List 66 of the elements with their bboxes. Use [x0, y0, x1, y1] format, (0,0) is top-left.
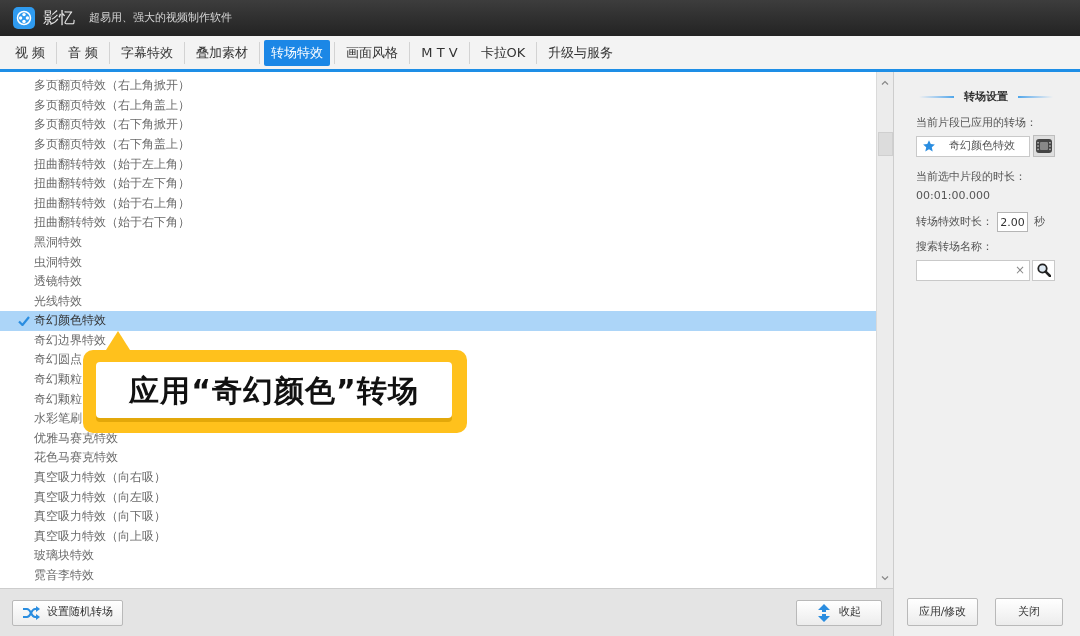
- panel-title: 转场设置: [964, 89, 1008, 105]
- tab[interactable]: 音 频: [61, 39, 106, 66]
- clip-duration-value: 00:01:00.000: [916, 187, 991, 204]
- effect-duration-label: 转场特效时长：: [916, 213, 993, 230]
- transition-item[interactable]: 扭曲翻转特效（始于右上角）: [0, 193, 190, 214]
- clear-search-button[interactable]: ×: [1010, 261, 1029, 279]
- transition-item[interactable]: 多页翻页特效（右上角盖上）: [0, 95, 190, 116]
- search-icon: [1036, 263, 1051, 277]
- transition-item[interactable]: 扭曲翻转特效（始于左下角）: [0, 173, 190, 194]
- transition-item[interactable]: 黑洞特效: [0, 232, 82, 253]
- tab[interactable]: 画面风格: [339, 39, 406, 66]
- transition-item[interactable]: 奇幻颗粒: [0, 369, 82, 390]
- random-transition-button[interactable]: 设置随机转场: [12, 599, 123, 626]
- collapse-button[interactable]: 收起: [796, 599, 882, 626]
- chevron-up-icon: [881, 79, 889, 85]
- effect-duration-unit: 秒: [1034, 213, 1045, 230]
- transition-item[interactable]: 奇幻圆点: [0, 350, 82, 370]
- checkmark-icon: [18, 315, 30, 326]
- tab[interactable]: M T V: [414, 39, 465, 66]
- tab[interactable]: 字幕特效: [114, 39, 181, 66]
- transition-item[interactable]: 奇幻颗粒: [0, 389, 82, 410]
- double-arrow-icon: [817, 603, 830, 622]
- transition-item[interactable]: 奇幻颜色特效: [0, 311, 876, 331]
- tab[interactable]: 转场特效: [264, 39, 331, 66]
- close-button[interactable]: 关闭: [995, 598, 1063, 626]
- clip-duration-label: 当前选中片段的时长：: [916, 169, 1027, 185]
- effect-duration-input[interactable]: 2.00: [997, 212, 1028, 232]
- scrollbar[interactable]: [876, 72, 893, 588]
- transition-item[interactable]: 真空吸力特效（向左吸）: [0, 487, 166, 508]
- tab[interactable]: 卡拉OK: [473, 39, 533, 66]
- transition-item[interactable]: 真空吸力特效（向右吸）: [0, 467, 166, 488]
- transition-item[interactable]: 虫洞特效: [0, 252, 82, 272]
- transition-item[interactable]: 奇幻边界特效: [0, 330, 106, 351]
- transition-item[interactable]: 优雅马赛克特效: [0, 428, 118, 449]
- applied-transition-value: 奇幻颜色特效: [949, 137, 1015, 154]
- app-tagline: 超易用、强大的视频制作软件: [89, 9, 232, 26]
- app-name: 影忆: [43, 7, 75, 29]
- search-field[interactable]: ×: [916, 259, 1030, 281]
- star-icon: [923, 140, 935, 152]
- scroll-thumb[interactable]: [877, 132, 893, 156]
- callout-text: 应用“奇幻颜色”转场: [129, 371, 419, 410]
- transition-item[interactable]: 水彩笔刷: [0, 409, 82, 429]
- transition-item[interactable]: 多页翻页特效（右下角盖上）: [0, 134, 190, 155]
- transition-item[interactable]: 真空吸力特效（向下吸）: [0, 507, 166, 527]
- transition-item[interactable]: 真空吸力特效（向上吸）: [0, 526, 166, 547]
- app-logo-icon: [13, 7, 35, 29]
- transition-item[interactable]: 霓音李特效: [0, 565, 94, 586]
- tab[interactable]: 视 频: [8, 39, 53, 66]
- applied-transition-label: 当前片段已应用的转场：: [916, 114, 1038, 131]
- tab[interactable]: 升级与服务: [541, 39, 621, 66]
- transition-item[interactable]: 多页翻页特效（右下角掀开）: [0, 115, 190, 135]
- film-icon: [1036, 139, 1052, 153]
- search-label: 搜索转场名称：: [916, 239, 994, 255]
- transition-item[interactable]: 扭曲翻转特效（始于左上角）: [0, 154, 190, 174]
- transition-item[interactable]: 玻璃块特效: [0, 546, 94, 566]
- transition-item[interactable]: 多页翻页特效（右上角掀开）: [0, 76, 190, 96]
- transition-item[interactable]: 透镜特效: [0, 271, 82, 292]
- chevron-down-icon: [881, 575, 889, 581]
- tab[interactable]: 叠加素材: [189, 39, 256, 66]
- transition-item[interactable]: 扭曲翻转特效（始于右下角）: [0, 213, 190, 233]
- transition-item[interactable]: 花色马赛克特效: [0, 448, 118, 468]
- search-button[interactable]: [1032, 259, 1055, 281]
- apply-button[interactable]: 应用/修改: [907, 598, 978, 626]
- transition-item[interactable]: 光线特效: [0, 291, 82, 312]
- shuffle-icon: [22, 605, 40, 620]
- change-transition-button[interactable]: [1033, 135, 1055, 157]
